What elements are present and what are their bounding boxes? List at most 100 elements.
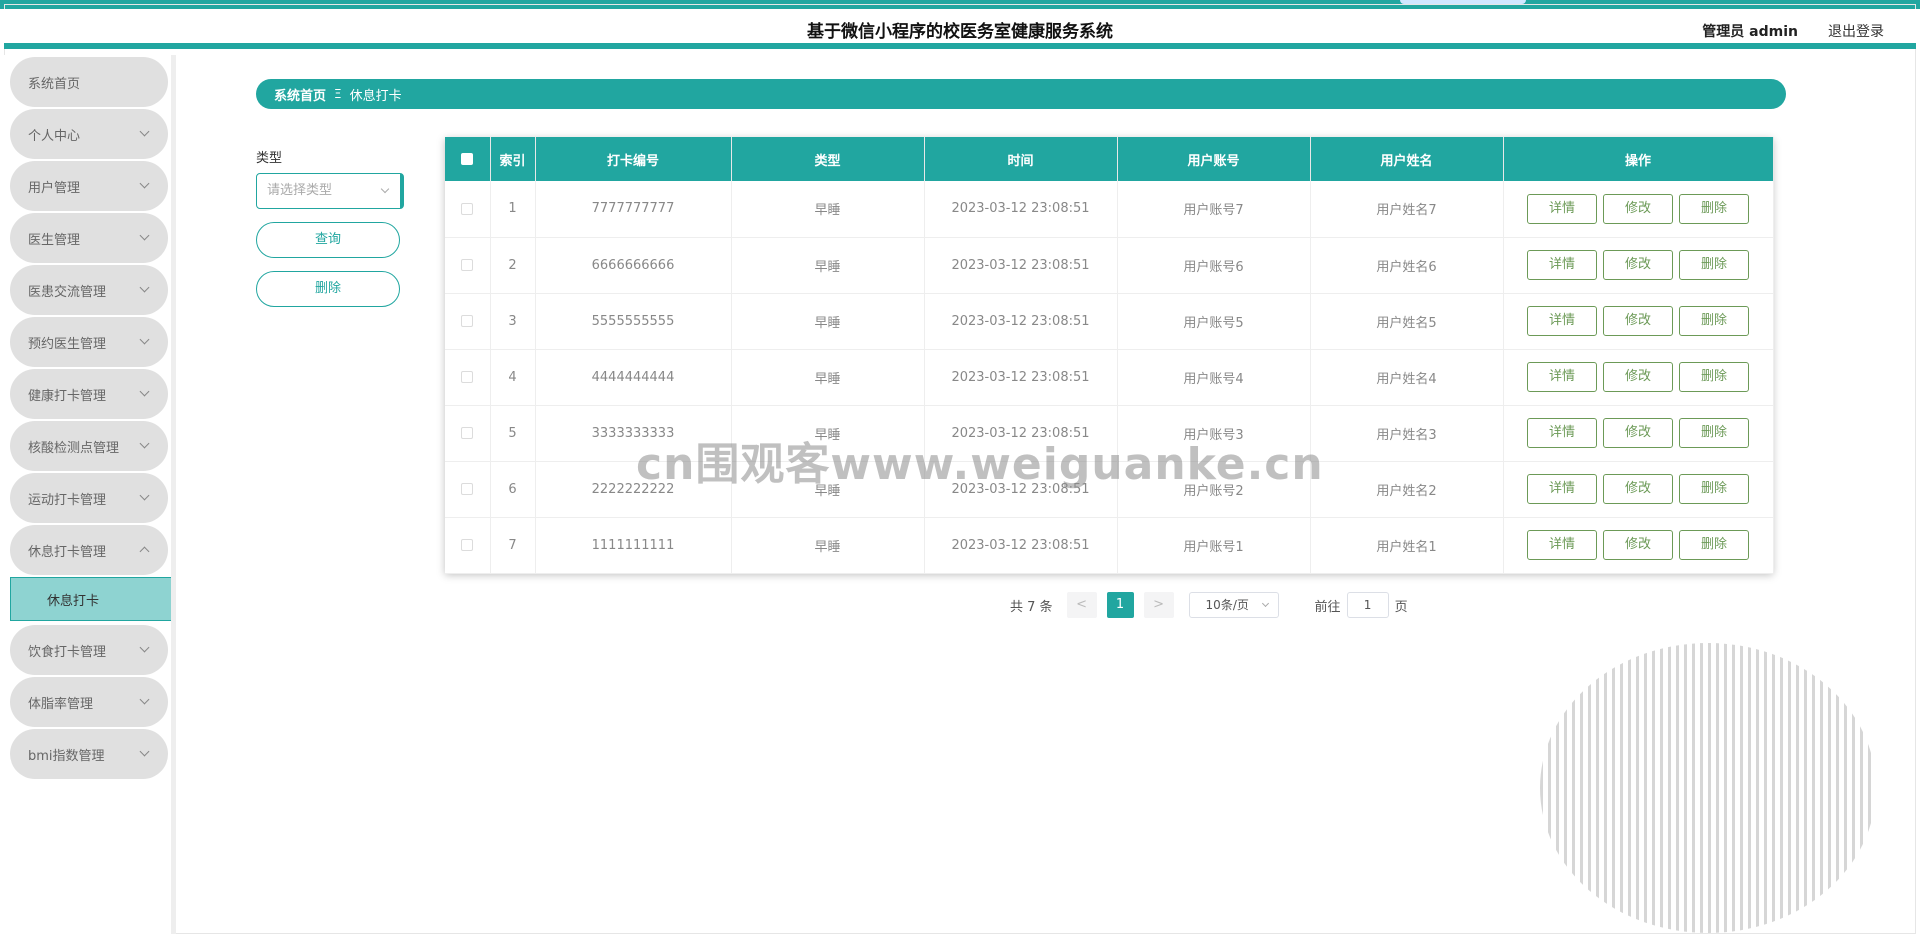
- select-all-cell[interactable]: [445, 137, 491, 181]
- sidebar: 系统首页 个人中心 用户管理 医生管理 医患交流管理 预约医生管理 健康打卡管理…: [4, 55, 176, 934]
- delete-button[interactable]: 删除: [1679, 474, 1749, 504]
- sidebar-item-diet-checkin[interactable]: 饮食打卡管理: [10, 625, 168, 675]
- sidebar-item-label: 核酸检测点管理: [28, 440, 120, 456]
- chevron-down-icon: [139, 694, 150, 705]
- goto-prefix: 前往: [1314, 599, 1341, 615]
- row-checkbox[interactable]: [461, 483, 474, 495]
- query-button[interactable]: 查询: [256, 222, 400, 258]
- cell-account: 用户账号6: [1117, 237, 1311, 294]
- delete-button[interactable]: 删除: [1679, 250, 1749, 280]
- detail-button[interactable]: 详情: [1527, 474, 1597, 504]
- cell-type: 早睡: [731, 349, 925, 406]
- breadcrumb-current: 休息打卡: [349, 88, 402, 104]
- cell-time: 2023-03-12 23:08:51: [924, 405, 1118, 462]
- cell-account: 用户账号7: [1117, 181, 1311, 238]
- cell-actions: 详情 修改 删除: [1503, 349, 1774, 406]
- table-row: 1 7777777777 早睡 2023-03-12 23:08:51 用户账号…: [445, 181, 1774, 238]
- row-checkbox[interactable]: [461, 427, 474, 439]
- detail-button[interactable]: 详情: [1527, 193, 1597, 224]
- cell-type: 早睡: [731, 405, 925, 462]
- sidebar-item-bmi[interactable]: bmi指数管理: [10, 729, 168, 779]
- page-title: 基于微信小程序的校医务室健康服务系统: [807, 22, 1113, 42]
- row-checkbox[interactable]: [461, 315, 474, 327]
- sidebar-item-body-fat[interactable]: 体脂率管理: [10, 677, 168, 727]
- edit-button[interactable]: 修改: [1603, 193, 1673, 224]
- column-header: 操作: [1503, 137, 1774, 181]
- sidebar-subitem-rest-checkin[interactable]: 休息打卡: [10, 577, 171, 621]
- logout-link[interactable]: 退出登录: [1828, 21, 1884, 41]
- chevron-down-icon: [139, 334, 150, 345]
- column-header: 用户账号: [1117, 137, 1311, 181]
- cell-name: 用户姓名4: [1310, 349, 1504, 406]
- sidebar-item-consultation[interactable]: 医患交流管理: [10, 265, 168, 315]
- table-row: 7 1111111111 早睡 2023-03-12 23:08:51 用户账号…: [445, 517, 1774, 574]
- chevron-down-icon: [1261, 599, 1269, 608]
- sidebar-item-home[interactable]: 系统首页: [10, 57, 168, 107]
- sidebar-item-appointments[interactable]: 预约医生管理: [10, 317, 168, 367]
- table-row: 6 2222222222 早睡 2023-03-12 23:08:51 用户账号…: [445, 461, 1774, 518]
- cell-type: 早睡: [731, 237, 925, 294]
- edit-button[interactable]: 修改: [1603, 306, 1673, 336]
- detail-button[interactable]: 详情: [1527, 530, 1597, 560]
- edit-button[interactable]: 修改: [1603, 530, 1673, 560]
- detail-button[interactable]: 详情: [1527, 306, 1597, 336]
- batch-delete-button[interactable]: 删除: [256, 271, 400, 307]
- row-checkbox[interactable]: [461, 202, 474, 215]
- cell-time: 2023-03-12 23:08:51: [924, 349, 1118, 406]
- sidebar-item-testing-sites[interactable]: 核酸检测点管理: [10, 421, 168, 471]
- prev-page-button[interactable]: <: [1066, 592, 1097, 618]
- chevron-down-icon: [139, 282, 150, 293]
- delete-button[interactable]: 删除: [1679, 193, 1749, 224]
- table-row: 2 6666666666 早睡 2023-03-12 23:08:51 用户账号…: [445, 237, 1774, 294]
- cell-account: 用户账号2: [1117, 461, 1311, 518]
- column-header: 类型: [731, 137, 925, 181]
- cell-name: 用户姓名7: [1310, 181, 1504, 238]
- pagination: 共 7 条 < 1 > 10条/页 前往 页: [1010, 592, 1408, 618]
- cell-index: 4: [490, 349, 536, 406]
- detail-button[interactable]: 详情: [1527, 362, 1597, 392]
- type-select[interactable]: 请选择类型: [256, 173, 404, 209]
- cell-type: 早睡: [731, 293, 925, 350]
- edit-button[interactable]: 修改: [1603, 474, 1673, 504]
- cell-index: 3: [490, 293, 536, 350]
- page-size-select[interactable]: 10条/页: [1188, 592, 1279, 618]
- cell-type: 早睡: [731, 181, 925, 238]
- cell-account: 用户账号5: [1117, 293, 1311, 350]
- delete-button[interactable]: 删除: [1679, 418, 1749, 448]
- cell-index: 2: [490, 237, 536, 294]
- cell-actions: 详情 修改 删除: [1503, 405, 1774, 462]
- delete-button[interactable]: 删除: [1679, 362, 1749, 392]
- detail-button[interactable]: 详情: [1527, 250, 1597, 280]
- sidebar-item-exercise-checkin[interactable]: 运动打卡管理: [10, 473, 168, 523]
- row-checkbox[interactable]: [461, 259, 474, 271]
- page-number-button[interactable]: 1: [1106, 592, 1134, 618]
- edit-button[interactable]: 修改: [1603, 418, 1673, 448]
- next-page-button[interactable]: >: [1143, 592, 1174, 618]
- chevron-down-icon: [139, 490, 150, 501]
- detail-button[interactable]: 详情: [1527, 418, 1597, 448]
- cell-code: 5555555555: [535, 293, 732, 350]
- sidebar-item-profile[interactable]: 个人中心: [10, 109, 168, 159]
- sidebar-item-users[interactable]: 用户管理: [10, 161, 168, 211]
- chevron-down-icon: [139, 438, 150, 449]
- table-row: 3 5555555555 早睡 2023-03-12 23:08:51 用户账号…: [445, 293, 1774, 350]
- column-header: 用户姓名: [1310, 137, 1504, 181]
- row-checkbox[interactable]: [461, 539, 474, 551]
- sidebar-item-rest-checkin[interactable]: 休息打卡管理: [10, 525, 168, 575]
- sidebar-item-label: bmi指数管理: [28, 748, 105, 764]
- sidebar-item-doctors[interactable]: 医生管理: [10, 213, 168, 263]
- type-filter-label: 类型: [256, 151, 283, 166]
- cell-index: 5: [490, 405, 536, 462]
- sidebar-item-health-checkin[interactable]: 健康打卡管理: [10, 369, 168, 419]
- cell-code: 2222222222: [535, 461, 732, 518]
- breadcrumb-home[interactable]: 系统首页: [274, 85, 326, 104]
- edit-button[interactable]: 修改: [1603, 362, 1673, 392]
- page-size-value: 10条/页: [1205, 598, 1249, 612]
- delete-button[interactable]: 删除: [1679, 306, 1749, 336]
- goto-suffix: 页: [1394, 599, 1408, 615]
- row-checkbox[interactable]: [461, 371, 474, 383]
- goto-page-input[interactable]: [1346, 592, 1389, 618]
- select-all-checkbox[interactable]: [461, 153, 474, 165]
- delete-button[interactable]: 删除: [1679, 530, 1749, 560]
- edit-button[interactable]: 修改: [1603, 250, 1673, 280]
